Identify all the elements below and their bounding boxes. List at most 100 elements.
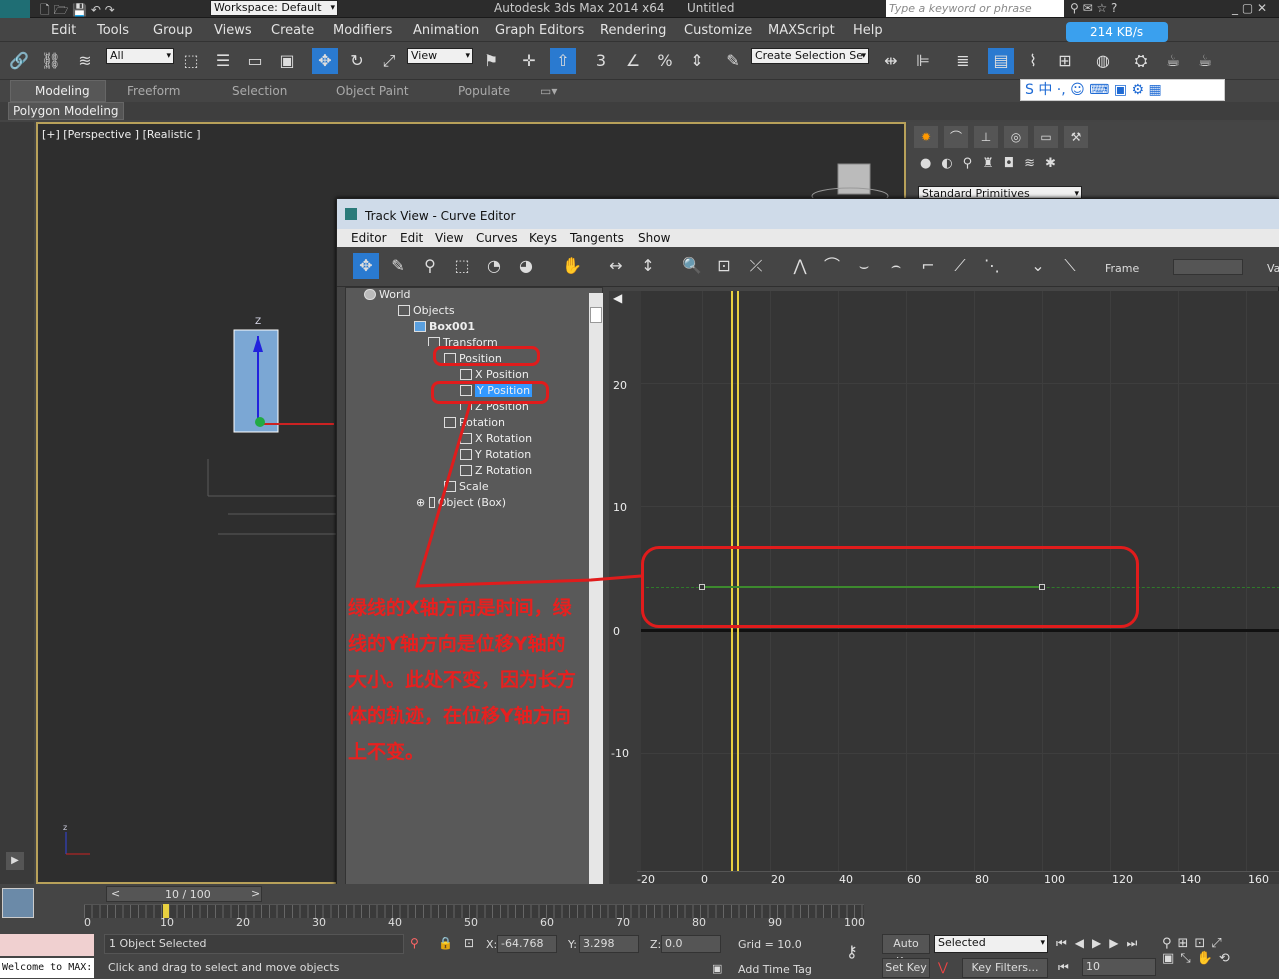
bind-space-warp-icon[interactable]: ≋ bbox=[72, 48, 98, 74]
spinner-snap-icon[interactable]: ⇕ bbox=[684, 48, 710, 74]
menu-tools[interactable]: Tools bbox=[97, 23, 129, 38]
edit-named-selection-icon[interactable]: ✎ bbox=[720, 48, 746, 74]
ribbon-options-icon[interactable]: ▭▾ bbox=[540, 84, 557, 98]
add-time-tag-icon[interactable]: ▣ bbox=[712, 962, 722, 975]
rendered-frame-icon[interactable]: ☕ bbox=[1160, 48, 1186, 74]
move-keys-icon[interactable]: ✥ bbox=[353, 253, 379, 279]
workspace-dropdown[interactable]: Workspace: Default ▾ bbox=[210, 0, 338, 16]
tree-scrollbar[interactable] bbox=[589, 293, 603, 887]
tree-transform[interactable]: Transform bbox=[428, 336, 498, 346]
unlink-icon[interactable]: ⛓ bbox=[38, 48, 64, 74]
x-coordinate-field[interactable]: -64.768 bbox=[497, 935, 557, 953]
auto-tangent-icon[interactable]: ⋀ bbox=[787, 253, 813, 279]
tree-x-position[interactable]: X Position bbox=[460, 368, 529, 381]
tree-scale[interactable]: Scale bbox=[444, 480, 489, 493]
reference-coordinate-dropdown[interactable]: View ▾ bbox=[407, 48, 473, 64]
mirror-icon[interactable]: ⇹ bbox=[878, 48, 904, 74]
curve-editor-icon[interactable]: ⌇ bbox=[1020, 48, 1046, 74]
ime-toolbar[interactable]: S 中 ·, ☺ ⌨ ▣ ⚙ ▦ bbox=[1020, 79, 1225, 101]
playback-controls[interactable]: ⏮◀▶▶⏭ bbox=[1056, 936, 1145, 951]
fast-tangent-icon[interactable]: ⌣ bbox=[851, 253, 877, 279]
ce-menu-editor[interactable]: Editor bbox=[351, 231, 387, 245]
move-icon[interactable]: ✥ bbox=[312, 48, 338, 74]
play-toggle-icon[interactable]: ▶ bbox=[6, 852, 24, 870]
zoom-region-icon[interactable]: ⊡ bbox=[711, 253, 737, 279]
y-coordinate-field[interactable]: 3.298 bbox=[579, 935, 639, 953]
spline-tangent-icon[interactable]: ⌒ bbox=[819, 253, 845, 279]
menu-create[interactable]: Create bbox=[271, 23, 314, 38]
viewport-nav-icons[interactable]: ⚲⊞⊡⤢ ▣⤡✋⟲ bbox=[1162, 936, 1236, 966]
menu-group[interactable]: Group bbox=[153, 23, 193, 38]
set-key-button[interactable]: Set Key bbox=[882, 958, 930, 978]
add-time-tag[interactable]: Add Time Tag bbox=[738, 963, 812, 976]
tab-selection[interactable]: Selection bbox=[232, 84, 287, 98]
layer-icon[interactable]: ≣ bbox=[950, 48, 976, 74]
lock-icon[interactable]: 🔒 bbox=[438, 936, 453, 950]
tree-world[interactable]: World bbox=[364, 288, 411, 301]
retime-icon[interactable]: ◔ bbox=[481, 253, 507, 279]
frame-horizontal-icon[interactable]: ↔ bbox=[603, 253, 629, 279]
menu-graph-editors[interactable]: Graph Editors bbox=[495, 23, 584, 38]
align-icon[interactable]: ⊫ bbox=[910, 48, 936, 74]
search-input[interactable]: Type a keyword or phrase bbox=[886, 0, 1064, 17]
create-category-icons[interactable]: ●◐⚲♜◘≋✱ bbox=[920, 156, 1066, 171]
menu-edit[interactable]: Edit bbox=[51, 23, 76, 38]
tab-freeform[interactable]: Freeform bbox=[127, 84, 180, 98]
frame-field[interactable] bbox=[1173, 259, 1243, 275]
ce-menu-show[interactable]: Show bbox=[638, 231, 670, 245]
tree-y-rotation[interactable]: Y Rotation bbox=[460, 448, 531, 461]
slow-tangent-icon[interactable]: ⌢ bbox=[883, 253, 909, 279]
menu-views[interactable]: Views bbox=[214, 23, 252, 38]
isolate-icon[interactable]: ⚲ bbox=[410, 936, 419, 950]
expand-icon[interactable]: ⊕ bbox=[416, 496, 425, 509]
polygon-modeling-button[interactable]: Polygon Modeling bbox=[8, 102, 124, 120]
set-key-icon[interactable]: ⚷ bbox=[846, 942, 858, 961]
minilistener-icon[interactable] bbox=[2, 888, 34, 918]
link-icon[interactable]: 🔗 bbox=[6, 48, 32, 74]
frame-value-icon[interactable]: ↕ bbox=[635, 253, 661, 279]
selection-filter-dropdown[interactable]: All ▾ bbox=[106, 48, 174, 64]
create-tab-icon[interactable]: ✹ bbox=[914, 126, 938, 148]
smooth-tangent-icon[interactable]: ⋱ bbox=[979, 253, 1005, 279]
tree-objects[interactable]: Objects bbox=[398, 304, 455, 317]
key-mode-toggle-icon[interactable]: ⏮ bbox=[1058, 960, 1069, 975]
collapse-tree-icon[interactable]: ◀ bbox=[613, 291, 622, 305]
ce-menu-view[interactable]: View bbox=[435, 231, 463, 245]
auto-key-button[interactable]: Auto Key bbox=[882, 934, 930, 968]
display-tab-icon[interactable]: ▭ bbox=[1034, 126, 1058, 148]
angle-snap-icon[interactable]: ∠ bbox=[620, 48, 646, 74]
maxscript-listener[interactable] bbox=[0, 934, 94, 956]
key-tangent-icon[interactable]: ⋁ bbox=[938, 960, 948, 974]
percent-snap-icon[interactable]: % bbox=[652, 48, 678, 74]
step-tangent-icon[interactable]: ⌐ bbox=[915, 253, 941, 279]
tree-x-rotation[interactable]: X Rotation bbox=[460, 432, 532, 445]
tree-scroll-thumb[interactable] bbox=[590, 307, 602, 323]
menu-help[interactable]: Help bbox=[853, 23, 883, 38]
utilities-tab-icon[interactable]: ⚒ bbox=[1064, 126, 1088, 148]
select-object-icon[interactable]: ⬚ bbox=[178, 48, 204, 74]
scene-explorer-icon[interactable]: ▤ bbox=[988, 48, 1014, 74]
ce-menu-keys[interactable]: Keys bbox=[529, 231, 557, 245]
select-manipulate-icon[interactable]: ✛ bbox=[516, 48, 542, 74]
tree-box001[interactable]: Box001 bbox=[414, 320, 475, 333]
infocenter-icons[interactable]: ⚲ ✉ ☆ ? bbox=[1070, 1, 1117, 15]
zoom-icon[interactable]: 🔍 bbox=[679, 253, 705, 279]
draw-curves-icon[interactable]: ✎ bbox=[385, 253, 411, 279]
tab-populate[interactable]: Populate bbox=[458, 84, 510, 98]
window-crossing-icon[interactable]: ▣ bbox=[274, 48, 300, 74]
key-filters-button[interactable]: Key Filters... bbox=[962, 958, 1048, 978]
menu-maxscript[interactable]: MAXScript bbox=[768, 23, 835, 38]
z-coordinate-field[interactable]: 0.0 bbox=[661, 935, 721, 953]
rotate-icon[interactable]: ↻ bbox=[344, 48, 370, 74]
region-keys-icon[interactable]: ⬚ bbox=[449, 253, 475, 279]
ce-menu-edit[interactable]: Edit bbox=[400, 231, 423, 245]
scale-icon[interactable]: ⤢ bbox=[376, 48, 402, 74]
schematic-view-icon[interactable]: ⊞ bbox=[1052, 48, 1078, 74]
time-next-icon[interactable]: > bbox=[251, 887, 260, 900]
modify-tab-icon[interactable]: ⌒ bbox=[944, 126, 968, 148]
add-keys-icon[interactable]: ⚲ bbox=[417, 253, 443, 279]
pan-icon[interactable]: ✋ bbox=[559, 253, 585, 279]
out-of-range-icon[interactable]: ⌄ bbox=[1025, 253, 1051, 279]
ce-menu-curves[interactable]: Curves bbox=[476, 231, 518, 245]
snaps-icon[interactable]: 3 bbox=[588, 48, 614, 74]
